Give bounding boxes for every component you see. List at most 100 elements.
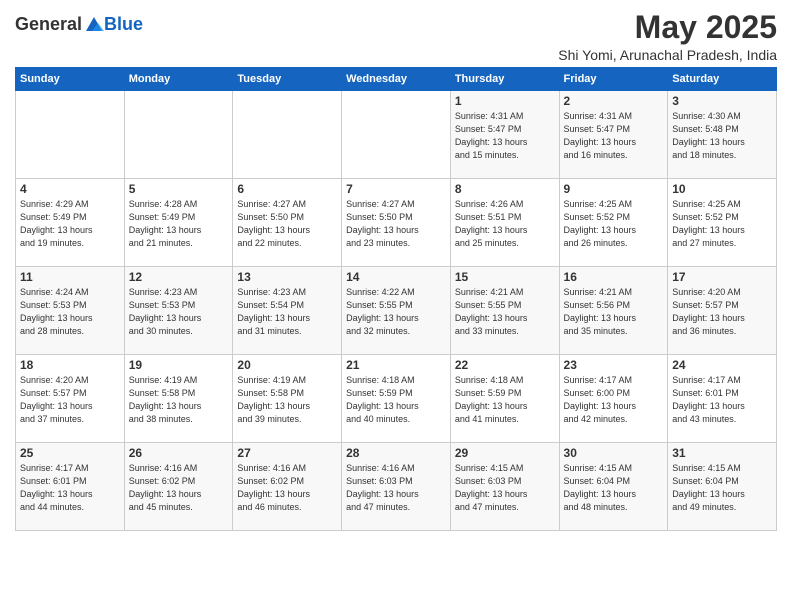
day-info: Sunrise: 4:21 AM Sunset: 5:56 PM Dayligh…	[564, 286, 664, 338]
day-number: 12	[129, 270, 229, 284]
calendar-cell: 5 Sunrise: 4:28 AM Sunset: 5:49 PM Daylig…	[124, 179, 233, 267]
day-info: Sunrise: 4:25 AM Sunset: 5:52 PM Dayligh…	[672, 198, 772, 250]
calendar-cell: 1 Sunrise: 4:31 AM Sunset: 5:47 PM Daylig…	[450, 91, 559, 179]
day-number: 25	[20, 446, 120, 460]
calendar-week-1: 1 Sunrise: 4:31 AM Sunset: 5:47 PM Daylig…	[16, 91, 777, 179]
day-info: Sunrise: 4:18 AM Sunset: 5:59 PM Dayligh…	[455, 374, 555, 426]
calendar-cell: 4 Sunrise: 4:29 AM Sunset: 5:49 PM Daylig…	[16, 179, 125, 267]
header-thursday: Thursday	[450, 68, 559, 91]
day-number: 22	[455, 358, 555, 372]
day-info: Sunrise: 4:17 AM Sunset: 6:01 PM Dayligh…	[20, 462, 120, 514]
day-number: 8	[455, 182, 555, 196]
day-info: Sunrise: 4:23 AM Sunset: 5:53 PM Dayligh…	[129, 286, 229, 338]
calendar-week-4: 18Sunrise: 4:20 AM Sunset: 5:57 PM Dayli…	[16, 355, 777, 443]
day-info: Sunrise: 4:27 AM Sunset: 5:50 PM Dayligh…	[346, 198, 446, 250]
calendar-cell: 31 Sunrise: 4:15 AM Sunset: 6:04 PM Dayli…	[668, 443, 777, 531]
calendar-cell: 9 Sunrise: 4:25 AM Sunset: 5:52 PM Daylig…	[559, 179, 668, 267]
calendar-cell: 13 Sunrise: 4:23 AM Sunset: 5:54 PM Dayli…	[233, 267, 342, 355]
header-tuesday: Tuesday	[233, 68, 342, 91]
day-info: Sunrise: 4:21 AM Sunset: 5:55 PM Dayligh…	[455, 286, 555, 338]
day-number: 31	[672, 446, 772, 460]
calendar-cell: 24Sunrise: 4:17 AM Sunset: 6:01 PM Dayli…	[668, 355, 777, 443]
header-friday: Friday	[559, 68, 668, 91]
calendar-cell: 12 Sunrise: 4:23 AM Sunset: 5:53 PM Dayli…	[124, 267, 233, 355]
calendar-cell: 22 Sunrise: 4:18 AM Sunset: 5:59 PM Dayli…	[450, 355, 559, 443]
day-number: 3	[672, 94, 772, 108]
header-saturday: Saturday	[668, 68, 777, 91]
day-number: 20	[237, 358, 337, 372]
day-number: 9	[564, 182, 664, 196]
day-number: 17	[672, 270, 772, 284]
day-info: Sunrise: 4:20 AM Sunset: 5:57 PM Dayligh…	[20, 374, 120, 426]
day-number: 10	[672, 182, 772, 196]
day-info: Sunrise: 4:15 AM Sunset: 6:04 PM Dayligh…	[564, 462, 664, 514]
calendar-cell: 17 Sunrise: 4:20 AM Sunset: 5:57 PM Dayli…	[668, 267, 777, 355]
day-info: Sunrise: 4:31 AM Sunset: 5:47 PM Dayligh…	[455, 110, 555, 162]
day-number: 5	[129, 182, 229, 196]
calendar-container: General Blue May 2025 Shi Yomi, Arunacha…	[0, 0, 792, 541]
day-number: 4	[20, 182, 120, 196]
day-info: Sunrise: 4:17 AM Sunset: 6:00 PM Dayligh…	[564, 374, 664, 426]
day-info: Sunrise: 4:20 AM Sunset: 5:57 PM Dayligh…	[672, 286, 772, 338]
day-info: Sunrise: 4:23 AM Sunset: 5:54 PM Dayligh…	[237, 286, 337, 338]
day-info: Sunrise: 4:19 AM Sunset: 5:58 PM Dayligh…	[129, 374, 229, 426]
day-info: Sunrise: 4:15 AM Sunset: 6:03 PM Dayligh…	[455, 462, 555, 514]
day-info: Sunrise: 4:22 AM Sunset: 5:55 PM Dayligh…	[346, 286, 446, 338]
day-info: Sunrise: 4:16 AM Sunset: 6:03 PM Dayligh…	[346, 462, 446, 514]
day-number: 26	[129, 446, 229, 460]
logo-general: General	[15, 14, 82, 35]
day-info: Sunrise: 4:19 AM Sunset: 5:58 PM Dayligh…	[237, 374, 337, 426]
calendar-cell: 7 Sunrise: 4:27 AM Sunset: 5:50 PM Daylig…	[342, 179, 451, 267]
day-number: 1	[455, 94, 555, 108]
calendar-cell: 19Sunrise: 4:19 AM Sunset: 5:58 PM Dayli…	[124, 355, 233, 443]
calendar-cell: 27Sunrise: 4:16 AM Sunset: 6:02 PM Dayli…	[233, 443, 342, 531]
day-number: 16	[564, 270, 664, 284]
day-number: 7	[346, 182, 446, 196]
day-info: Sunrise: 4:24 AM Sunset: 5:53 PM Dayligh…	[20, 286, 120, 338]
calendar-cell: 20 Sunrise: 4:19 AM Sunset: 5:58 PM Dayli…	[233, 355, 342, 443]
calendar-cell: 15Sunrise: 4:21 AM Sunset: 5:55 PM Dayli…	[450, 267, 559, 355]
header: General Blue May 2025 Shi Yomi, Arunacha…	[15, 10, 777, 63]
calendar-cell: 18Sunrise: 4:20 AM Sunset: 5:57 PM Dayli…	[16, 355, 125, 443]
day-info: Sunrise: 4:16 AM Sunset: 6:02 PM Dayligh…	[237, 462, 337, 514]
day-number: 14	[346, 270, 446, 284]
day-number: 13	[237, 270, 337, 284]
day-info: Sunrise: 4:29 AM Sunset: 5:49 PM Dayligh…	[20, 198, 120, 250]
day-number: 28	[346, 446, 446, 460]
location-title: Shi Yomi, Arunachal Pradesh, India	[558, 47, 777, 63]
title-area: May 2025 Shi Yomi, Arunachal Pradesh, In…	[558, 10, 777, 63]
header-sunday: Sunday	[16, 68, 125, 91]
calendar-week-2: 4 Sunrise: 4:29 AM Sunset: 5:49 PM Daylig…	[16, 179, 777, 267]
calendar-cell: 2 Sunrise: 4:31 AM Sunset: 5:47 PM Daylig…	[559, 91, 668, 179]
logo-icon	[84, 15, 104, 35]
day-number: 30	[564, 446, 664, 460]
day-number: 21	[346, 358, 446, 372]
logo: General Blue	[15, 14, 143, 35]
calendar-cell	[124, 91, 233, 179]
day-number: 2	[564, 94, 664, 108]
calendar-cell: 14 Sunrise: 4:22 AM Sunset: 5:55 PM Dayli…	[342, 267, 451, 355]
day-number: 11	[20, 270, 120, 284]
calendar-cell: 26 Sunrise: 4:16 AM Sunset: 6:02 PM Dayli…	[124, 443, 233, 531]
day-info: Sunrise: 4:31 AM Sunset: 5:47 PM Dayligh…	[564, 110, 664, 162]
day-info: Sunrise: 4:15 AM Sunset: 6:04 PM Dayligh…	[672, 462, 772, 514]
day-number: 23	[564, 358, 664, 372]
day-info: Sunrise: 4:16 AM Sunset: 6:02 PM Dayligh…	[129, 462, 229, 514]
calendar-cell: 21Sunrise: 4:18 AM Sunset: 5:59 PM Dayli…	[342, 355, 451, 443]
calendar-cell: 11 Sunrise: 4:24 AM Sunset: 5:53 PM Dayli…	[16, 267, 125, 355]
weekday-header-row: Sunday Monday Tuesday Wednesday Thursday…	[16, 68, 777, 91]
calendar-cell: 6Sunrise: 4:27 AM Sunset: 5:50 PM Daylig…	[233, 179, 342, 267]
day-info: Sunrise: 4:25 AM Sunset: 5:52 PM Dayligh…	[564, 198, 664, 250]
calendar-cell	[342, 91, 451, 179]
day-number: 24	[672, 358, 772, 372]
calendar-cell: 3 Sunrise: 4:30 AM Sunset: 5:48 PM Daylig…	[668, 91, 777, 179]
day-info: Sunrise: 4:27 AM Sunset: 5:50 PM Dayligh…	[237, 198, 337, 250]
calendar-cell: 30 Sunrise: 4:15 AM Sunset: 6:04 PM Dayli…	[559, 443, 668, 531]
day-info: Sunrise: 4:28 AM Sunset: 5:49 PM Dayligh…	[129, 198, 229, 250]
calendar-cell: 29Sunrise: 4:15 AM Sunset: 6:03 PM Dayli…	[450, 443, 559, 531]
day-info: Sunrise: 4:30 AM Sunset: 5:48 PM Dayligh…	[672, 110, 772, 162]
calendar-cell: 25 Sunrise: 4:17 AM Sunset: 6:01 PM Dayli…	[16, 443, 125, 531]
calendar-cell: 16 Sunrise: 4:21 AM Sunset: 5:56 PM Dayli…	[559, 267, 668, 355]
calendar-cell: 8Sunrise: 4:26 AM Sunset: 5:51 PM Daylig…	[450, 179, 559, 267]
header-monday: Monday	[124, 68, 233, 91]
